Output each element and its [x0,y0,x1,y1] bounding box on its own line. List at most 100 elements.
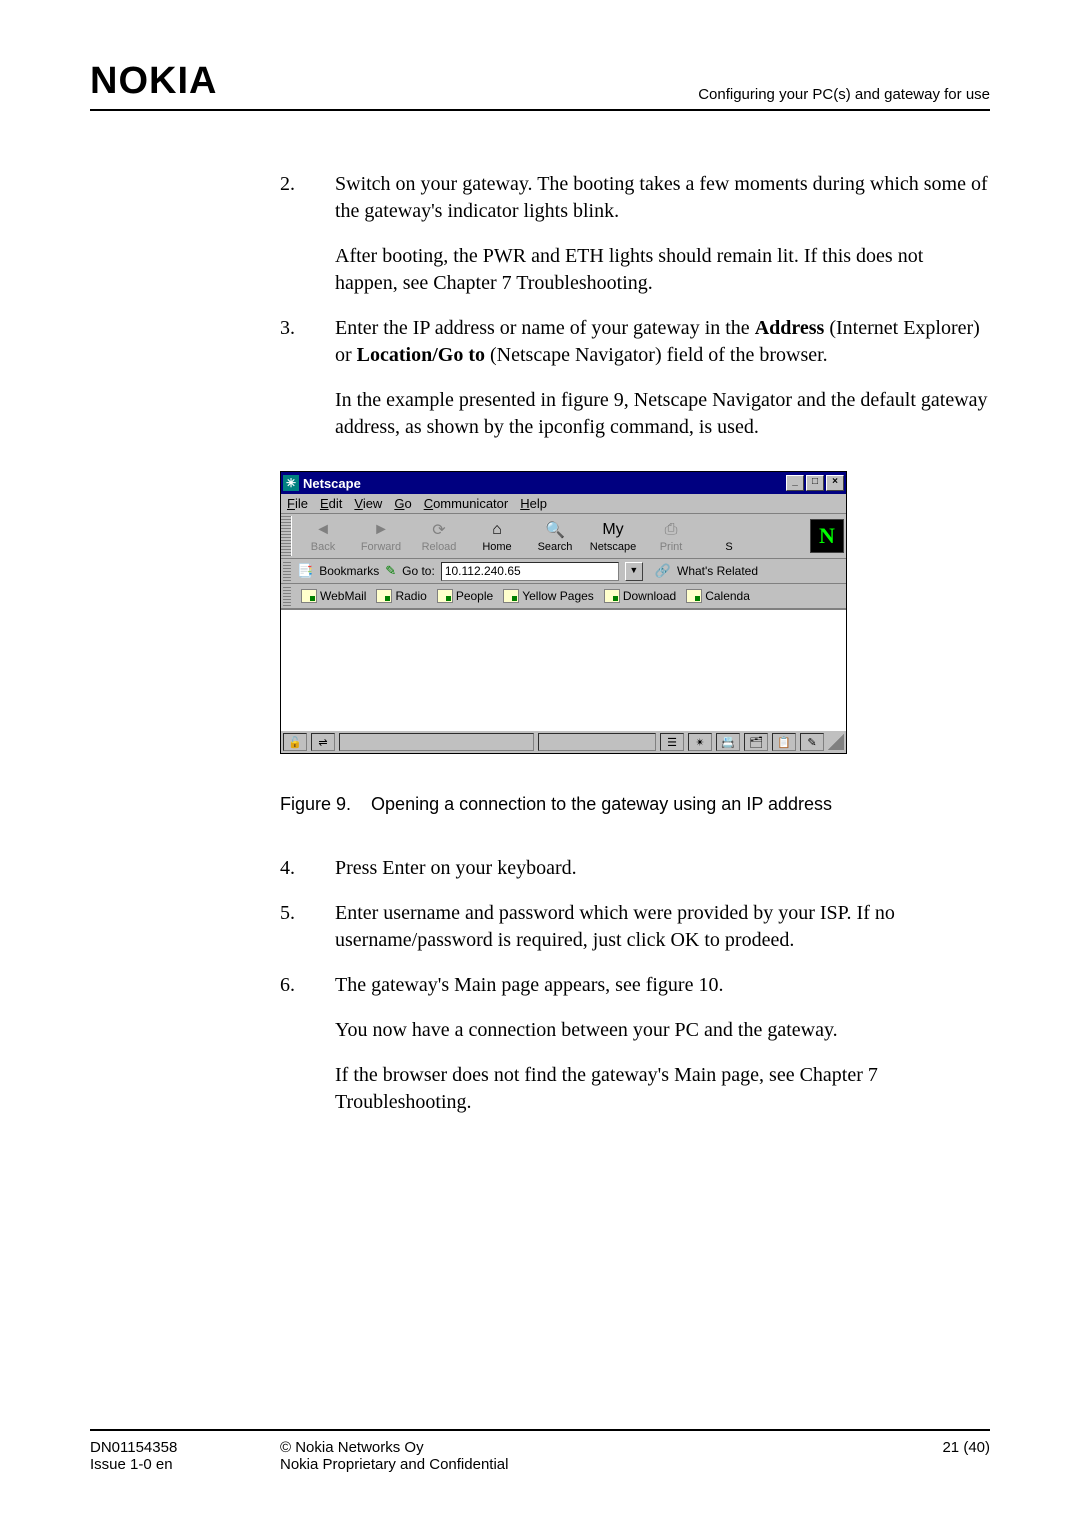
resize-grip[interactable] [828,734,844,750]
doc-id: DN01154358 [90,1439,280,1456]
locbar-grip[interactable] [283,561,291,581]
home-icon: ⌂ [486,520,508,540]
figure-text: Opening a connection to the gateway usin… [371,794,832,815]
toolbar-forward-button: ►Forward [352,520,410,553]
minimize-button[interactable]: _ [786,475,804,491]
menu-view[interactable]: View [354,496,382,511]
toolbar-label: Home [468,541,526,553]
page-footer: DN01154358 Issue 1-0 en © Nokia Networks… [90,1429,990,1473]
bookmark-label: WebMail [320,589,366,603]
search-icon: 🔍 [544,520,566,540]
step: 6.The gateway's Main page appears, see f… [280,972,990,1116]
component-icon-1[interactable]: ☰ [660,733,684,751]
personal-toolbar: WebMail Radio People Yellow Pages Download Ca… [281,584,846,609]
bookmark-radio[interactable]: Radio [376,589,426,603]
bookmark-people[interactable]: People [437,589,493,603]
confidential: Nokia Proprietary and Confidential [280,1456,942,1473]
maximize-button[interactable]: □ [806,475,824,491]
step-text: Press Enter on your keyboard. [335,855,990,882]
app-icon: ✳ [283,475,299,491]
bookmark-icon [686,589,702,603]
bookmark-download[interactable]: Download [604,589,676,603]
section-title: Configuring your PC(s) and gateway for u… [698,86,990,103]
location-icon[interactable]: ✎ [385,563,396,579]
whats-related-button[interactable]: What's Related [677,564,758,578]
figure-caption: Figure 9. Opening a connection to the ga… [280,794,990,815]
toolbar-label: Netscape [584,541,642,553]
component-icon-5[interactable]: 📋 [772,733,796,751]
related-icon[interactable]: 🔗 [655,563,671,579]
online-icon[interactable]: ⇌ [311,733,335,751]
component-icon-3[interactable]: 📇 [716,733,740,751]
paragraph: Switch on your gateway. The booting take… [335,171,990,225]
step-text: Switch on your gateway. The booting take… [335,171,990,297]
progress-bar [538,733,656,751]
paragraph: Enter username and password which were p… [335,900,990,954]
figure-9-screenshot: ✳ Netscape _□× File Edit View Go Communicato… [280,471,990,754]
toolbar-label: Reload [410,541,468,553]
step-number: 5. [280,900,335,954]
linkbar-grip[interactable] [283,586,291,606]
window-title: Netscape [303,476,786,491]
toolbar-label: Forward [352,541,410,553]
paragraph: If the browser does not find the gateway… [335,1062,990,1116]
step: 2.Switch on your gateway. The booting ta… [280,171,990,297]
security-icon[interactable]: 🔓 [283,733,307,751]
step: 5.Enter username and password which were… [280,900,990,954]
toolbar-back-button: ◄Back [294,520,352,553]
step-text: Enter the IP address or name of your gat… [335,315,990,441]
page-header: NOKIA Configuring your PC(s) and gateway… [90,60,990,111]
location-bar: 📑 Bookmarks ✎ Go to: 10.112.240.65 ▼ 🔗 W… [281,559,846,584]
status-bar: 🔓 ⇌ ☰ ✴ 📇 🗂 📋 ✎ [281,730,846,753]
status-text [339,733,534,751]
bookmarks-icon[interactable]: 📑 [297,563,313,579]
menu-file[interactable]: File [287,496,308,511]
print-icon: ⎙ [660,520,682,540]
address-dropdown-button[interactable]: ▼ [625,562,643,581]
bookmark-label: People [456,589,493,603]
paragraph: You now have a connection between your P… [335,1017,990,1044]
s-icon [718,520,740,540]
component-icon-4[interactable]: 🗂 [744,733,768,751]
menu-communicator[interactable]: Communicator [424,496,509,511]
issue: Issue 1-0 en [90,1456,280,1473]
toolbar-s-button[interactable]: S [700,520,758,553]
toolbar-grip[interactable] [281,516,292,556]
close-button[interactable]: × [826,475,844,491]
menubar: File Edit View Go Communicator Help [281,494,846,514]
bookmarks-button[interactable]: Bookmarks [319,564,379,578]
toolbar-netscape-button[interactable]: MyNetscape [584,520,642,553]
paragraph: Enter the IP address or name of your gat… [335,315,990,369]
nokia-logo: NOKIA [90,60,217,103]
step: 3.Enter the IP address or name of your g… [280,315,990,441]
component-icon-2[interactable]: ✴ [688,733,712,751]
back-icon: ◄ [312,520,334,540]
toolbar: ◄Back►Forward⟳Reload⌂Home🔍SearchMyNetsca… [281,514,846,559]
toolbar-reload-button: ⟳Reload [410,520,468,553]
bookmark-yellow-pages[interactable]: Yellow Pages [503,589,594,603]
bookmark-calenda[interactable]: Calenda [686,589,750,603]
goto-label: Go to: [402,564,435,578]
bookmark-label: Radio [395,589,426,603]
toolbar-label: Print [642,541,700,553]
netscape-window: ✳ Netscape _□× File Edit View Go Communicato… [280,471,847,754]
bookmark-icon [301,589,317,603]
bookmark-icon [376,589,392,603]
menu-help[interactable]: Help [520,496,547,511]
menu-edit[interactable]: Edit [320,496,342,511]
bookmark-icon [437,589,453,603]
bookmark-webmail[interactable]: WebMail [301,589,366,603]
toolbar-search-button[interactable]: 🔍Search [526,520,584,553]
copyright: © Nokia Networks Oy [280,1439,942,1456]
toolbar-label: Back [294,541,352,553]
address-input[interactable]: 10.112.240.65 [441,562,619,581]
menu-go[interactable]: Go [394,496,411,511]
toolbar-print-button: ⎙Print [642,520,700,553]
figure-label: Figure 9. [280,794,351,815]
component-icon-6[interactable]: ✎ [800,733,824,751]
step-number: 4. [280,855,335,882]
step-number: 2. [280,171,335,297]
toolbar-label: Search [526,541,584,553]
page-number: 21 (40) [942,1439,990,1456]
toolbar-home-button[interactable]: ⌂Home [468,520,526,553]
